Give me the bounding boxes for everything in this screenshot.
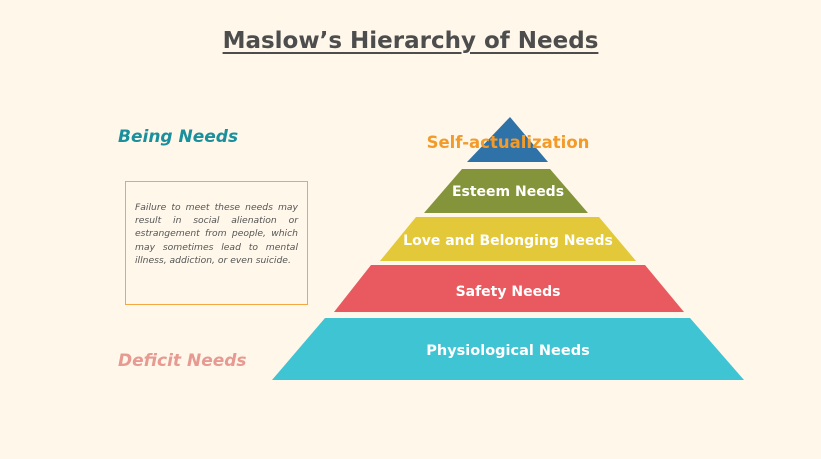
- pyramid-diagram: Self-actualization Esteem Needs Love and…: [272, 117, 744, 380]
- tier-label-love-belonging: Love and Belonging Needs: [403, 233, 613, 249]
- tier-label-safety: Safety Needs: [456, 284, 561, 300]
- tier-label-esteem: Esteem Needs: [452, 184, 564, 200]
- tier-label-self-actualization: Self-actualization: [427, 133, 590, 152]
- tier-label-physiological: Physiological Needs: [426, 343, 589, 359]
